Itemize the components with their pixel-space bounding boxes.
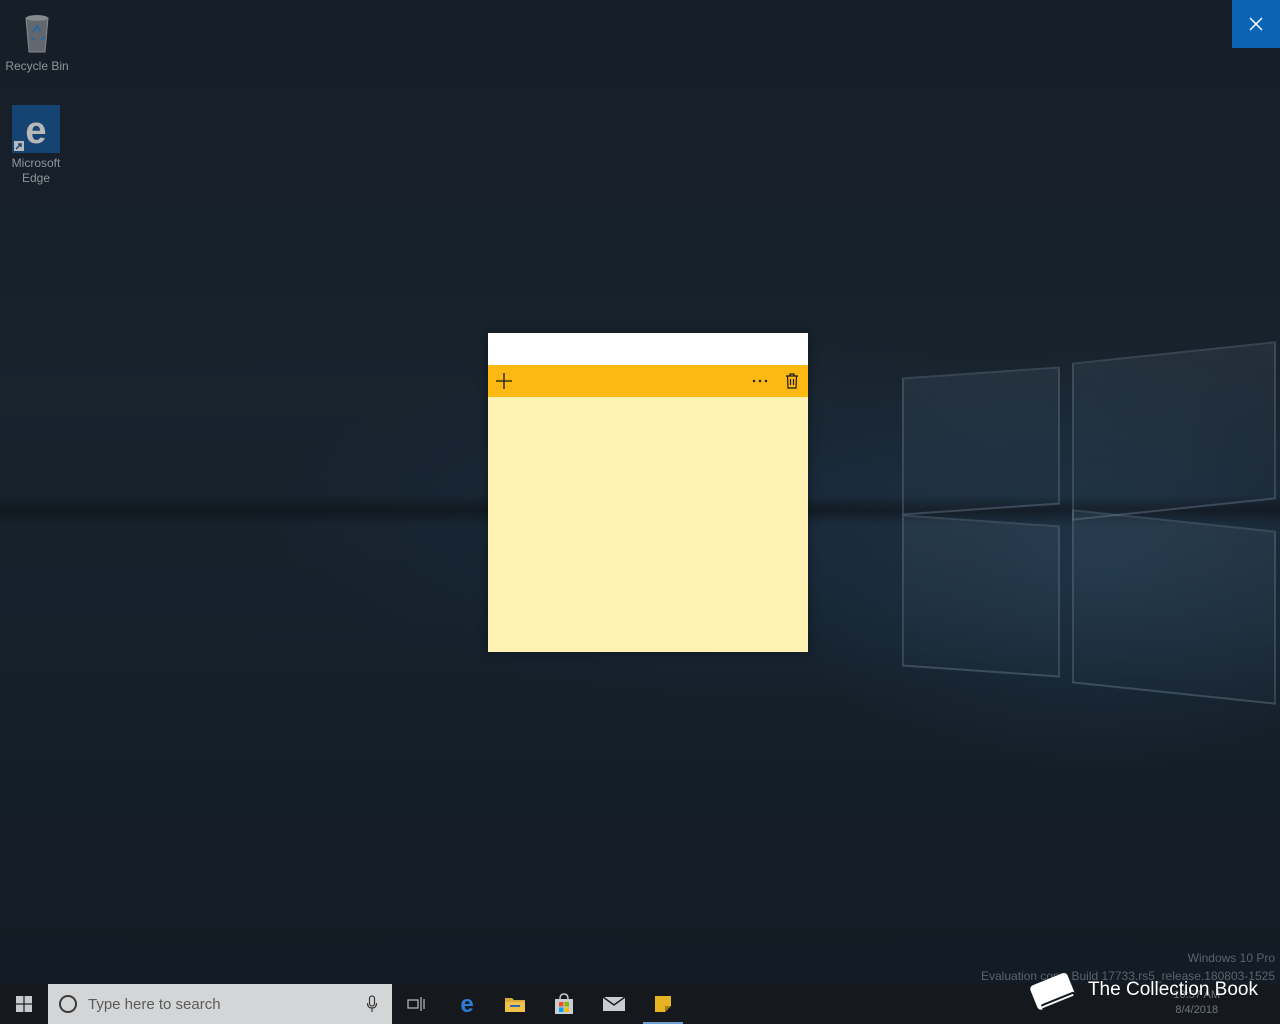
- taskbar-edge-button[interactable]: e: [443, 984, 491, 1024]
- branding-text: The Collection Book: [1087, 979, 1258, 1000]
- ellipsis-icon: [752, 379, 768, 383]
- taskbar-sticky-notes-button[interactable]: [639, 984, 687, 1024]
- windows-start-icon: [16, 996, 32, 1012]
- close-icon: [1249, 17, 1263, 31]
- file-explorer-icon: [505, 998, 525, 1012]
- cortana-icon: [59, 995, 77, 1013]
- taskbar-store-button[interactable]: [540, 984, 588, 1024]
- plus-icon: [496, 373, 512, 389]
- menu-button[interactable]: [744, 365, 776, 397]
- trash-icon: [786, 373, 798, 389]
- edge-icon: e: [460, 993, 473, 1015]
- sticky-notes-icon: [655, 996, 671, 1012]
- store-icon: [555, 993, 573, 1014]
- search-input[interactable]: Type here to search: [48, 984, 392, 1024]
- close-button[interactable]: [1232, 0, 1280, 48]
- start-button[interactable]: [0, 984, 48, 1024]
- book-icon: [1030, 972, 1076, 1010]
- taskbar-mail-button[interactable]: [590, 984, 638, 1024]
- task-view-icon: [407, 997, 425, 1011]
- svg-text:e: e: [460, 993, 473, 1015]
- note-text-area[interactable]: [488, 397, 808, 652]
- note-toolbar: [488, 365, 808, 397]
- task-view-button[interactable]: [392, 984, 440, 1024]
- microphone-icon[interactable]: [366, 995, 378, 1013]
- mail-icon: [602, 996, 626, 1011]
- new-note-button[interactable]: [488, 365, 520, 397]
- delete-note-button[interactable]: [776, 365, 808, 397]
- taskbar: Type here to search e 10:57 AM 8/4/2018 …: [0, 972, 1280, 1024]
- collection-book-branding: The Collection Book: [1026, 966, 1258, 1014]
- sticky-note[interactable]: [488, 333, 808, 652]
- note-title-bar[interactable]: [488, 333, 808, 365]
- search-placeholder: Type here to search: [88, 995, 221, 1013]
- taskbar-file-explorer-button[interactable]: [491, 984, 539, 1024]
